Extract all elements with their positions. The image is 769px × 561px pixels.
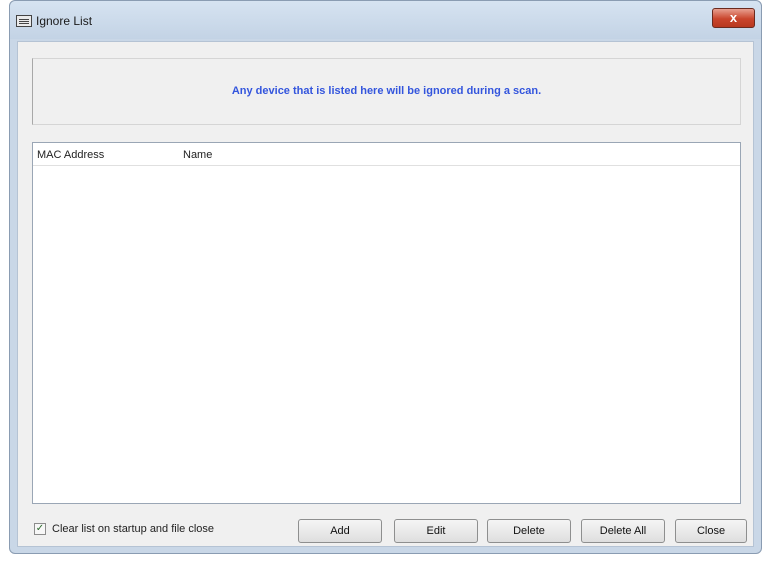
add-button[interactable]: Add [298, 519, 382, 543]
ignored-devices-list[interactable]: MAC Address Name [32, 142, 741, 504]
clear-list-checkbox[interactable]: ✓ [34, 523, 46, 535]
column-header-name[interactable]: Name [183, 149, 212, 161]
ignore-list-window: Ignore List x Any device that is listed … [9, 0, 762, 554]
dialog-body: Any device that is listed here will be i… [17, 41, 754, 547]
delete-button[interactable]: Delete [487, 519, 571, 543]
window-close-button[interactable]: x [712, 8, 755, 28]
window-title: Ignore List [36, 14, 93, 28]
window-list-icon [16, 15, 32, 27]
title-bar[interactable]: Ignore List x [10, 1, 761, 39]
info-message: Any device that is listed here will be i… [231, 85, 542, 97]
close-icon: x [729, 10, 738, 25]
clear-list-checkbox-label[interactable]: Clear list on startup and file close [52, 523, 214, 535]
delete-all-button[interactable]: Delete All [581, 519, 665, 543]
column-header-mac-address[interactable]: MAC Address [37, 149, 104, 161]
edit-button[interactable]: Edit [394, 519, 478, 543]
dialog-footer: ✓ Clear list on startup and file close A… [18, 512, 753, 548]
info-panel: Any device that is listed here will be i… [32, 58, 741, 125]
list-header: MAC Address Name [33, 143, 740, 166]
close-button[interactable]: Close [675, 519, 747, 543]
